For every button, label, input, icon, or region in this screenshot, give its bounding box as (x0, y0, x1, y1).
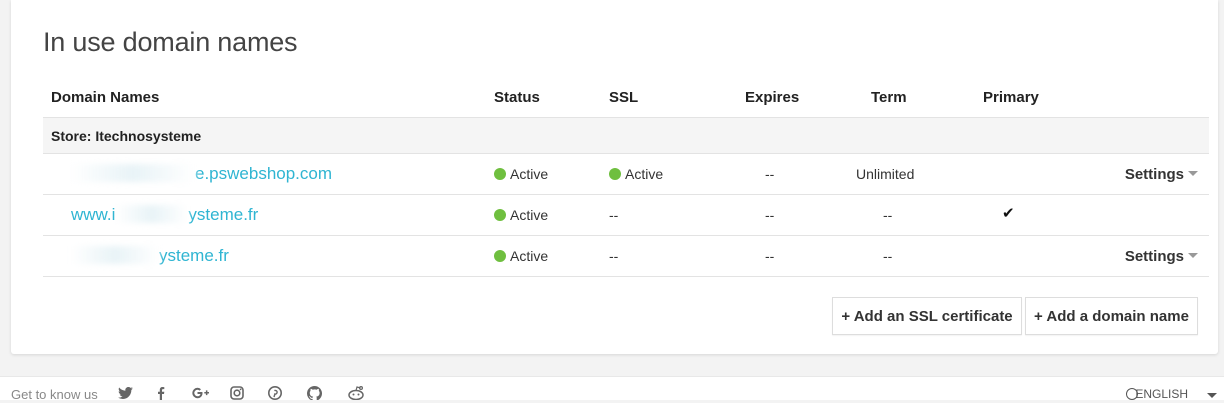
facebook-icon[interactable] (157, 386, 165, 403)
header-ssl: SSL (609, 89, 639, 106)
status-dot-icon (494, 168, 506, 180)
status-cell: Active (494, 207, 548, 223)
term-cell: -- (883, 207, 893, 223)
table-row: e.pswebshop.com Active Active -- Unlimit… (43, 154, 1209, 195)
add-domain-name-button[interactable]: + Add a domain name (1025, 297, 1198, 335)
header-term: Term (871, 89, 907, 106)
settings-label: Settings (1124, 166, 1184, 183)
domain-link[interactable]: www.i ysteme.fr (71, 205, 258, 225)
reddit-icon[interactable] (346, 386, 366, 403)
store-label: Store: Itechnosysteme (51, 128, 202, 144)
twitter-icon[interactable] (118, 386, 133, 402)
status-dot-icon (494, 250, 506, 262)
table-row: ysteme.fr Active -- -- -- Settings (43, 236, 1209, 277)
header-expires: Expires (745, 89, 800, 106)
domain-text: ysteme.fr (159, 246, 229, 265)
ssl-dot-icon (609, 168, 621, 180)
caret-down-icon (1188, 171, 1198, 176)
header-domain-names: Domain Names (51, 89, 160, 106)
github-icon[interactable] (307, 386, 323, 403)
status-text: Active (510, 166, 549, 182)
status-text: Active (510, 207, 549, 223)
footer-label: Get to know us (11, 387, 98, 402)
table-row: www.i ysteme.fr Active -- -- -- ✔ (43, 195, 1209, 236)
expires-cell: -- (765, 207, 775, 223)
redacted-text (71, 164, 195, 182)
table-header: Domain Names Status SSL Expires Term Pri… (43, 78, 1209, 118)
pinterest-icon[interactable] (268, 386, 282, 403)
google-plus-icon[interactable] (192, 386, 209, 402)
status-dot-icon (494, 209, 506, 221)
domain-text: e.pswebshop.com (195, 164, 333, 183)
domain-text: ysteme.fr (188, 205, 259, 224)
expires-cell: -- (765, 166, 775, 182)
settings-label: Settings (1124, 248, 1184, 265)
term-cell: Unlimited (856, 166, 915, 182)
settings-dropdown[interactable]: Settings (1125, 166, 1198, 183)
footer: Get to know us ENGLISH (0, 376, 1224, 403)
header-status: Status (494, 89, 540, 106)
domain-prefix-text: www.i (71, 205, 116, 224)
status-text: Active (510, 248, 549, 264)
settings-dropdown[interactable]: Settings (1125, 248, 1198, 265)
ssl-cell: -- (609, 207, 619, 223)
header-primary: Primary (983, 89, 1039, 106)
term-cell: -- (883, 248, 893, 264)
caret-down-icon (1207, 393, 1217, 398)
ssl-cell: Active (609, 166, 663, 182)
ssl-cell: -- (609, 248, 619, 264)
instagram-icon[interactable] (230, 386, 244, 403)
expires-cell: -- (765, 248, 775, 264)
domains-card: In use domain names Domain Names Status … (11, 0, 1218, 354)
status-cell: Active (494, 166, 548, 182)
page-title: In use domain names (43, 27, 298, 57)
domain-link[interactable]: e.pswebshop.com (71, 164, 332, 184)
ssl-text: Active (625, 166, 664, 182)
add-ssl-certificate-button[interactable]: + Add an SSL certificate (832, 297, 1022, 335)
redacted-text (115, 205, 189, 223)
primary-check-icon: ✔ (1002, 205, 1015, 222)
redacted-text (71, 246, 159, 264)
caret-down-icon (1188, 253, 1198, 258)
store-group-row: Store: Itechnosysteme (43, 118, 1209, 154)
domain-link[interactable]: ysteme.fr (71, 246, 229, 266)
domains-table: Domain Names Status SSL Expires Term Pri… (43, 78, 1209, 277)
status-cell: Active (494, 248, 548, 264)
